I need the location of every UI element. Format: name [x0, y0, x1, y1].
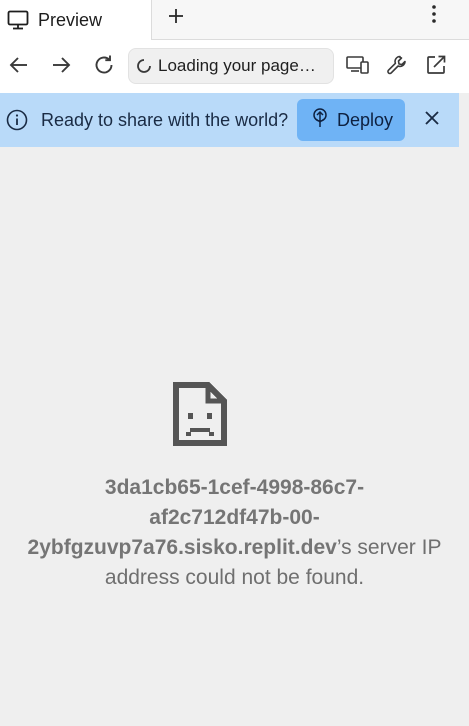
external-link-icon — [425, 54, 447, 81]
error-message-suffix: ’s server IP — [336, 536, 442, 559]
devices-icon — [346, 55, 370, 80]
monitor-icon — [6, 8, 30, 32]
banner-message: Ready to share with the world? — [41, 110, 289, 130]
arrow-right-icon — [51, 56, 71, 79]
device-preview-button[interactable] — [344, 53, 372, 81]
back-button[interactable] — [5, 53, 33, 81]
open-in-new-tab-button[interactable] — [422, 53, 450, 81]
refresh-icon — [93, 54, 115, 81]
url-text: Loading your page… — [158, 56, 316, 75]
devtools-button[interactable] — [383, 53, 411, 81]
tab-preview[interactable]: Preview — [0, 0, 152, 40]
navigation-bar: Loading your page… — [0, 40, 469, 93]
error-host-line-3: 2ybfgzuvp7a76.sisko.replit.dev — [27, 536, 337, 559]
error-message: 3da1cb65-1cef-4998-86c7- af2c712df47b-00… — [0, 473, 469, 593]
forward-button[interactable] — [47, 53, 75, 81]
preview-window: Preview Loading your page… Ready to shar… — [0, 0, 469, 726]
wrench-icon — [386, 54, 408, 81]
close-banner-button[interactable] — [420, 108, 444, 132]
reload-button[interactable] — [90, 53, 118, 81]
error-host-line-2: af2c712df47b-00- — [149, 506, 320, 529]
arrow-left-icon — [9, 56, 29, 79]
deploy-label: Deploy — [337, 109, 394, 130]
deploy-banner: Ready to share with the world? Deploy — [0, 93, 459, 147]
loading-spinner-icon — [135, 57, 153, 75]
url-bar[interactable]: Loading your page… — [128, 48, 334, 84]
close-icon — [424, 110, 440, 131]
sad-document-icon — [172, 381, 228, 447]
error-page: 3da1cb65-1cef-4998-86c7- af2c712df47b-00… — [0, 147, 469, 726]
error-message-line-4: address could not be found. — [104, 566, 365, 589]
deploy-button[interactable]: Deploy — [297, 99, 405, 141]
plus-icon — [168, 8, 184, 29]
deploy-icon — [311, 107, 329, 133]
tab-label: Preview — [38, 9, 103, 30]
tab-bar: Preview — [0, 0, 469, 40]
info-icon — [6, 109, 28, 131]
error-host-line-1: 3da1cb65-1cef-4998-86c7- — [104, 476, 365, 499]
more-options-button[interactable] — [422, 4, 446, 28]
more-vertical-icon — [431, 4, 437, 29]
new-tab-button[interactable] — [162, 4, 190, 32]
